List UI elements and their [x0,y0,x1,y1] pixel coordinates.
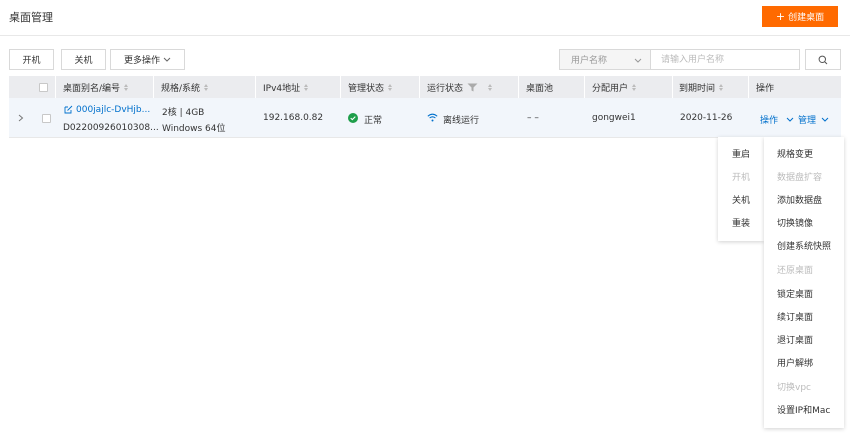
sort-icon [719,83,724,91]
desktop-alias-link[interactable]: 000jajlc-DvHjb... [76,105,150,115]
search-icon [818,55,828,64]
row-checkbox[interactable] [42,114,51,123]
chevron-down-icon [821,117,829,122]
select-all-checkbox[interactable] [39,82,48,92]
plus-icon: + [775,10,786,23]
th-ipv4-label: IPv4地址 [263,83,301,94]
menu-item-disk-expand: 数据盘扩容 [777,173,823,183]
sort-icon [124,83,129,91]
manage-link-label: 管理 [798,116,817,126]
check-circle-icon [348,113,358,123]
th-actions: 操作 [749,76,841,98]
search-field-select[interactable]: 用户名称 [559,49,651,70]
search-input[interactable] [650,49,800,70]
edit-icon[interactable] [64,105,73,114]
search-field-label: 用户名称 [571,56,608,66]
os-value: Windows 64位 [162,124,226,134]
filter-icon[interactable] [467,83,478,92]
create-desktop-button[interactable]: + 创建桌面 [762,6,838,27]
menu-item-reinstall[interactable]: 重装 [732,216,750,229]
action-menu: 重启 开机 关机 重装 [718,137,764,241]
th-user-label: 分配用户 [592,83,629,94]
th-run-status-label: 运行状态 [427,83,464,94]
table-header: 桌面别名/编号 规格/系统 IPv4地址 管理状态 运行状态 桌面池 分配用户 [9,76,841,98]
wifi-icon [427,113,438,122]
menu-item-switch-vpc: 切换vpc [777,383,811,393]
chevron-down-icon [163,57,171,62]
power-off-button[interactable]: 关机 [61,49,106,70]
header-select-all [9,76,56,98]
mgmt-status-value: 正常 [364,116,383,126]
run-status-value: 离线运行 [443,116,480,126]
th-alias-label: 桌面别名/编号 [63,83,121,94]
page-title: 桌面管理 [9,11,53,24]
sort-icon [388,83,393,91]
menu-item-add-disk[interactable]: 添加数据盘 [777,193,822,206]
sort-icon [204,83,209,91]
more-actions-label: 更多操作 [123,56,160,66]
manage-dropdown[interactable]: 管理 [798,113,829,126]
th-expiry[interactable]: 到期时间 [673,76,749,98]
menu-item-unsubscribe-desktop[interactable]: 退订桌面 [777,333,813,346]
th-alias[interactable]: 桌面别名/编号 [56,76,154,98]
create-desktop-label: 创建桌面 [788,13,825,23]
expiry-value: 2020-11-26 [680,113,733,123]
spec-value: 2核 | 4GB [162,108,205,118]
menu-item-power-on: 开机 [732,173,751,183]
user-value: gongwei1 [592,113,636,123]
manage-menu: 规格变更 数据盘扩容 添加数据盘 切换镜像 创建系统快照 还原桌面 锁定桌面 续… [764,137,844,428]
pool-value: – – [527,113,539,123]
menu-item-restart[interactable]: 重启 [732,147,750,160]
chevron-down-icon [634,58,642,63]
menu-item-power-off[interactable]: 关机 [732,193,750,206]
desktop-id: D02200926010308... [63,123,159,133]
th-pool-label: 桌面池 [526,83,554,94]
menu-item-switch-image[interactable]: 切换镜像 [777,216,813,229]
menu-item-set-ip-mac[interactable]: 设置IP和Mac [777,403,830,416]
th-spec[interactable]: 规格/系统 [154,76,256,98]
actions-dropdown[interactable]: 操作 [760,113,794,126]
th-ipv4[interactable]: IPv4地址 [256,76,341,98]
ipv4-value: 192.168.0.82 [263,113,324,123]
more-actions-button[interactable]: 更多操作 [110,49,185,70]
menu-item-create-snapshot[interactable]: 创建系统快照 [777,239,831,252]
menu-item-restore-desktop: 还原桌面 [777,266,814,276]
sort-icon [488,83,493,91]
page-header: 桌面管理 + 创建桌面 [0,0,850,36]
menu-item-lock-desktop[interactable]: 锁定桌面 [777,287,813,300]
action-link-label: 操作 [760,116,779,126]
sort-icon [304,83,309,91]
th-actions-label: 操作 [756,83,775,94]
power-on-button[interactable]: 开机 [9,49,54,70]
table-row: 000jajlc-DvHjb... D02200926010308... 2核 … [9,98,841,138]
th-spec-label: 规格/系统 [161,83,201,94]
menu-item-spec-change[interactable]: 规格变更 [777,147,813,160]
th-user[interactable]: 分配用户 [585,76,673,98]
search-button[interactable] [805,49,841,70]
sort-icon [632,83,637,91]
th-expiry-label: 到期时间 [679,83,716,94]
menu-item-renew-desktop[interactable]: 续订桌面 [777,310,813,323]
th-pool: 桌面池 [519,76,585,98]
chevron-down-icon [786,117,794,122]
th-run-status[interactable]: 运行状态 [420,76,519,98]
chevron-right-icon[interactable] [18,114,24,122]
th-mgmt-status-label: 管理状态 [348,83,385,94]
th-mgmt-status[interactable]: 管理状态 [341,76,420,98]
menu-item-unbind-user[interactable]: 用户解绑 [777,356,813,369]
